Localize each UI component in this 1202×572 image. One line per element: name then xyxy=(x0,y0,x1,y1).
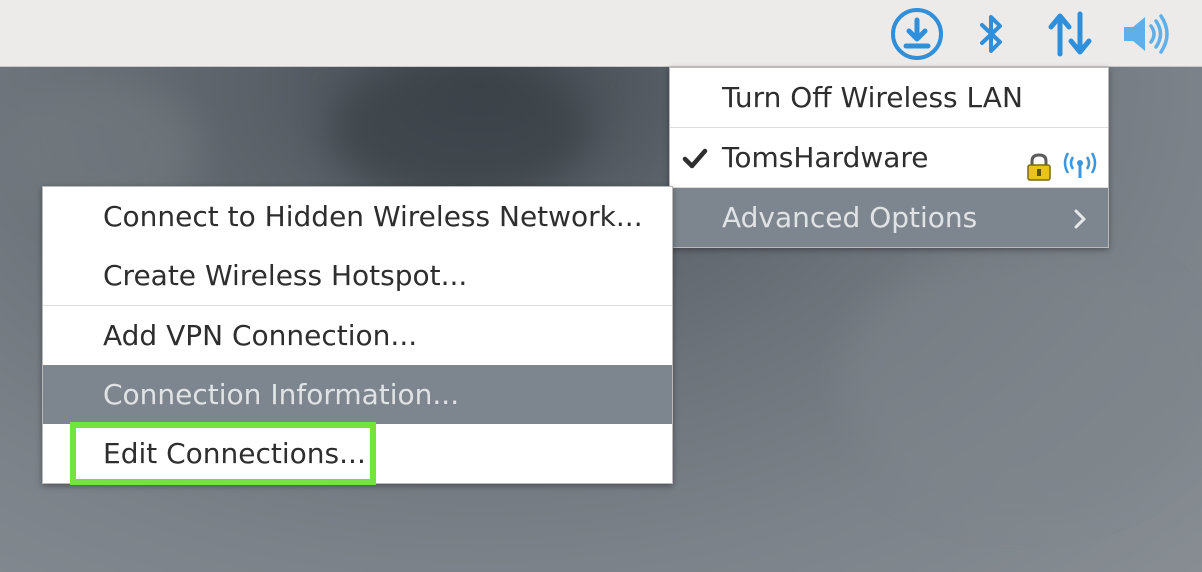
wifi-signal-icon xyxy=(1063,142,1097,178)
checkmark-icon xyxy=(682,128,708,187)
network-icon[interactable] xyxy=(1042,6,1098,62)
menu-item-label: Turn Off Wireless LAN xyxy=(722,81,1023,114)
menu-item-connection-information[interactable]: Connection Information... xyxy=(43,365,672,424)
menu-item-label: Connection Information... xyxy=(103,378,460,411)
menu-item-label: Connect to Hidden Wireless Network... xyxy=(103,200,643,233)
bluetooth-icon[interactable] xyxy=(963,6,1019,62)
menu-item-create-hotspot[interactable]: Create Wireless Hotspot... xyxy=(43,246,672,306)
menu-item-network-tomshardware[interactable]: TomsHardware xyxy=(670,128,1108,188)
network-menu: Turn Off Wireless LAN TomsHardware Advan… xyxy=(669,67,1109,248)
menu-item-label: Create Wireless Hotspot... xyxy=(103,259,468,292)
lock-icon xyxy=(1025,143,1053,181)
chevron-right-icon xyxy=(1072,188,1088,247)
taskbar xyxy=(0,0,1202,67)
menu-item-connect-hidden-network[interactable]: Connect to Hidden Wireless Network... xyxy=(43,187,672,246)
menu-item-turn-off-wlan[interactable]: Turn Off Wireless LAN xyxy=(670,68,1108,128)
menu-item-label: TomsHardware xyxy=(722,141,929,174)
download-icon[interactable] xyxy=(889,6,945,62)
annotation-highlight-box xyxy=(70,422,376,485)
menu-item-label: Advanced Options xyxy=(722,201,978,234)
volume-icon[interactable] xyxy=(1118,6,1174,62)
menu-item-label: Add VPN Connection... xyxy=(103,319,418,352)
menu-item-add-vpn[interactable]: Add VPN Connection... xyxy=(43,306,672,365)
menu-item-advanced-options[interactable]: Advanced Options xyxy=(670,188,1108,247)
